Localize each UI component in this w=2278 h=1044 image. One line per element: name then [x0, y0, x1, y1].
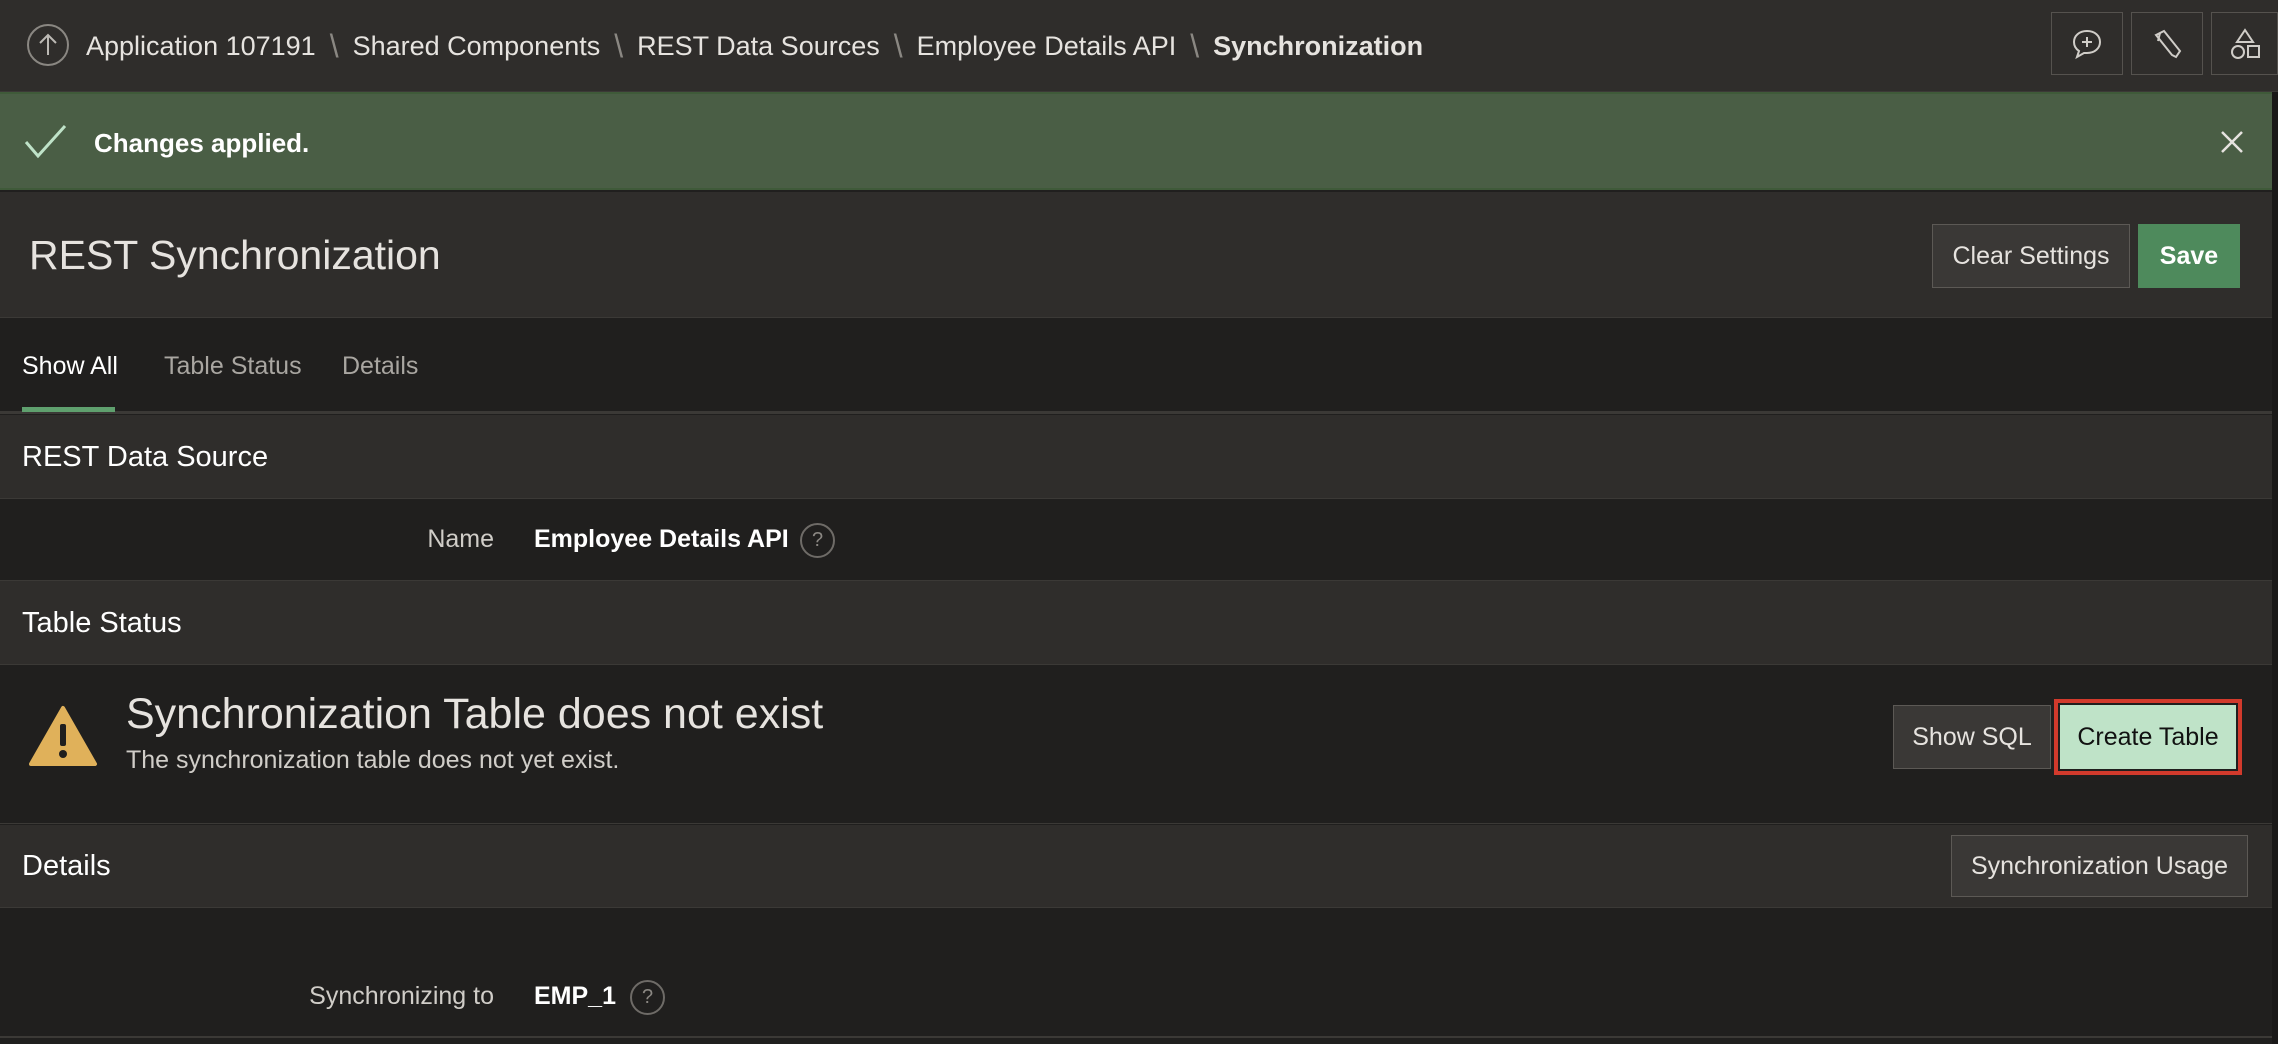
- feedback-button[interactable]: [2051, 12, 2123, 75]
- feedback-icon: [2072, 29, 2102, 59]
- status-description: The synchronization table does not yet e…: [126, 746, 620, 774]
- breadcrumb-separator: \: [893, 27, 903, 64]
- shared-components-button[interactable]: [2211, 12, 2278, 75]
- breadcrumb: Application 107191 \ Shared Components \…: [86, 0, 1423, 92]
- check-icon: [22, 122, 68, 167]
- rest-data-source-header: REST Data Source: [0, 415, 2272, 499]
- help-icon[interactable]: ?: [800, 523, 835, 558]
- synchronizing-to-value: EMP_1: [534, 982, 616, 1010]
- synchronizing-to-label: Synchronizing to: [309, 982, 494, 1010]
- close-icon[interactable]: [2212, 122, 2252, 162]
- name-label: Name: [427, 525, 494, 553]
- breadcrumb-separator: \: [614, 27, 624, 64]
- details-header: Details Synchronization Usage: [0, 825, 2272, 908]
- developer-tools-button[interactable]: [2131, 12, 2203, 75]
- region-title: Details: [22, 850, 111, 882]
- active-tab-indicator: [22, 407, 115, 412]
- save-button[interactable]: Save: [2138, 224, 2240, 288]
- tab-show-all[interactable]: Show All: [22, 319, 118, 414]
- breadcrumb-current: Synchronization: [1213, 30, 1424, 61]
- create-table-button[interactable]: Create Table: [2054, 699, 2242, 775]
- clear-settings-button[interactable]: Clear Settings: [1932, 224, 2130, 288]
- top-bar: Application 107191 \ Shared Components \…: [0, 0, 2278, 92]
- up-arrow-icon[interactable]: [27, 24, 69, 66]
- developer-tools-icon: [2154, 29, 2182, 58]
- breadcrumb-rest-data-sources[interactable]: REST Data Sources: [637, 31, 880, 62]
- scrollbar-track[interactable]: [2272, 92, 2278, 1044]
- page-header: REST Synchronization Clear Settings Save: [0, 192, 2272, 318]
- table-status-header: Table Status: [0, 581, 2272, 665]
- shared-components-icon: [2230, 27, 2260, 59]
- breadcrumb-employee-details-api[interactable]: Employee Details API: [917, 31, 1177, 62]
- page-title: REST Synchronization: [29, 231, 441, 278]
- region-title: REST Data Source: [22, 440, 269, 473]
- warning-icon: [28, 704, 98, 773]
- success-alert: Changes applied.: [0, 92, 2272, 190]
- breadcrumb-separator: \: [1190, 27, 1200, 64]
- divider: [0, 1036, 2272, 1038]
- help-icon[interactable]: ?: [630, 980, 665, 1015]
- tab-bar: Show All Table Status Details: [0, 319, 2272, 414]
- alert-message: Changes applied.: [94, 127, 310, 158]
- name-value: Employee Details API: [534, 525, 789, 553]
- show-sql-button[interactable]: Show SQL: [1893, 705, 2051, 769]
- status-title: Synchronization Table does not exist: [126, 690, 824, 738]
- synchronization-usage-button[interactable]: Synchronization Usage: [1951, 835, 2248, 897]
- breadcrumb-shared-components[interactable]: Shared Components: [353, 31, 601, 62]
- table-status-message: Synchronization Table does not exist The…: [0, 664, 2272, 824]
- breadcrumb-application[interactable]: Application 107191: [86, 31, 316, 62]
- tab-table-status[interactable]: Table Status: [164, 319, 302, 414]
- breadcrumb-separator: \: [329, 27, 339, 64]
- region-title: Table Status: [22, 606, 182, 639]
- tab-details[interactable]: Details: [342, 319, 418, 414]
